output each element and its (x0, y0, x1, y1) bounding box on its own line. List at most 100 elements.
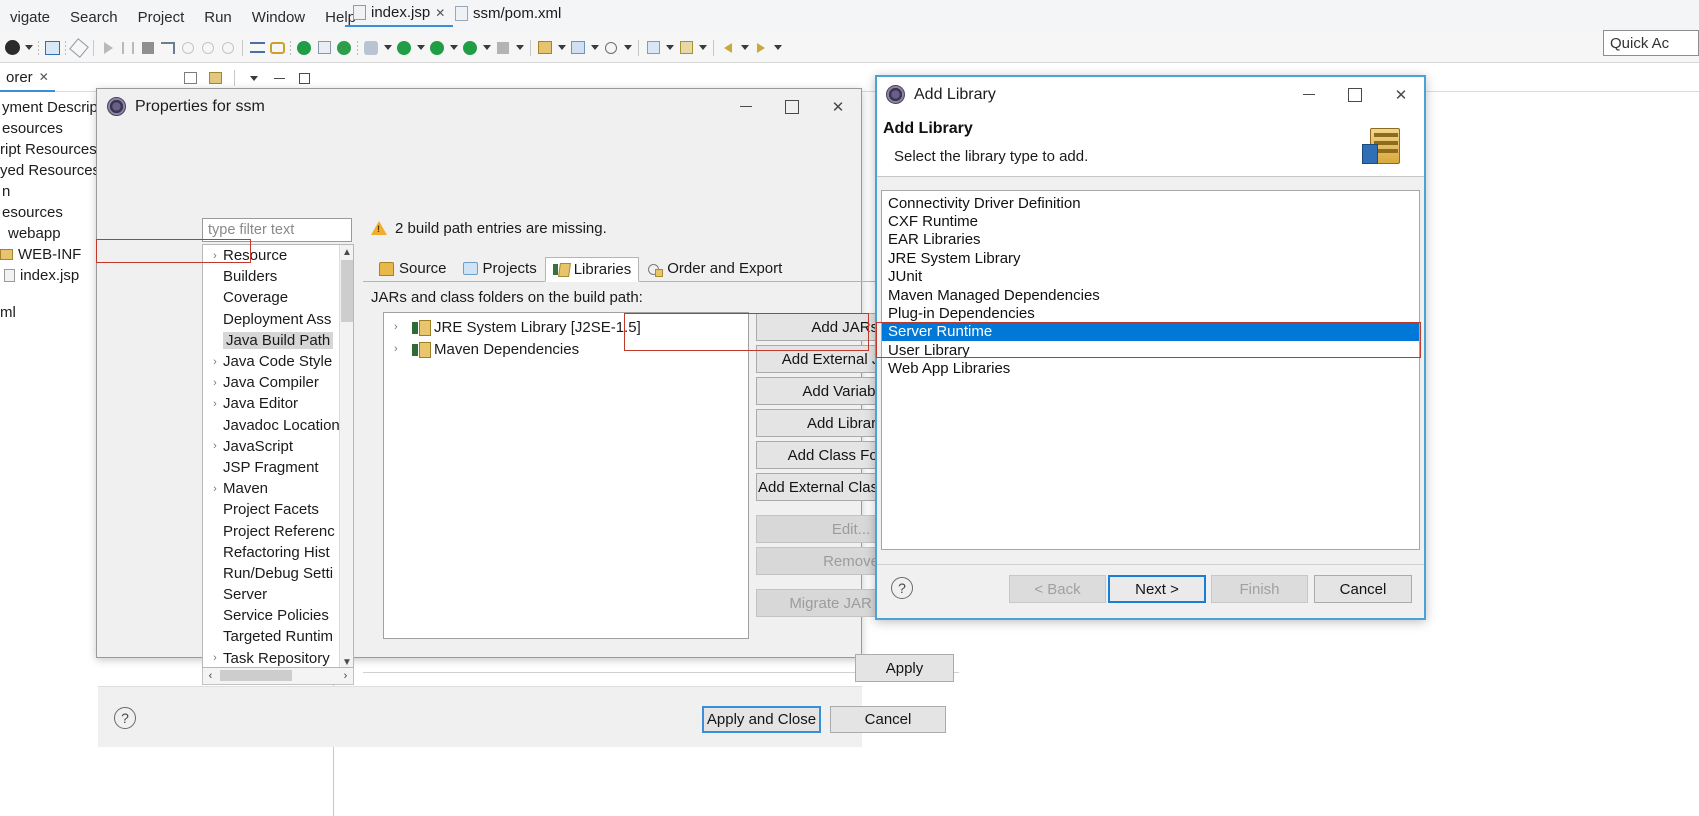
collapse-all-icon[interactable] (180, 67, 200, 89)
tree-item-server[interactable]: Server (203, 584, 353, 605)
new-wizard-dropdown-icon[interactable] (22, 38, 35, 58)
library-type-list[interactable]: Connectivity Driver Definition CXF Runti… (881, 190, 1420, 550)
scrollbar-thumb[interactable] (341, 260, 353, 322)
close-icon[interactable]: ✕ (39, 70, 49, 84)
jars-and-class-folders-list[interactable]: › JRE System Library [J2SE-1.5] › Maven … (383, 312, 749, 639)
library-type-cxf-runtime[interactable]: CXF Runtime (882, 212, 1419, 230)
jar-entry-maven-dependencies[interactable]: › Maven Dependencies (384, 338, 748, 360)
tree-item-java-build-path[interactable]: Java Build Path (203, 330, 353, 351)
debug-dropdown-icon[interactable] (381, 38, 394, 58)
stop-icon[interactable] (493, 37, 513, 59)
terminate-icon[interactable] (138, 37, 158, 59)
chevron-right-icon[interactable]: › (207, 483, 223, 495)
next-button[interactable]: Next > (1108, 575, 1206, 603)
tab-order-and-export[interactable]: Order and Export (639, 256, 790, 281)
run-as-icon[interactable] (427, 37, 447, 59)
minimize-icon[interactable] (1286, 77, 1332, 112)
tree-item-java-compiler[interactable]: › Java Compiler (203, 372, 353, 393)
new-class-icon[interactable] (568, 37, 588, 59)
close-icon[interactable]: ✕ (815, 89, 861, 124)
chevron-right-icon[interactable]: › (207, 377, 223, 389)
scroll-up-icon[interactable]: ▲ (340, 245, 353, 259)
link-with-editor-icon[interactable] (205, 67, 225, 89)
refresh-icon[interactable] (334, 37, 354, 59)
properties-cancel-button[interactable]: Cancel (830, 706, 946, 733)
library-type-plugin-dependencies[interactable]: Plug-in Dependencies (882, 304, 1419, 322)
close-icon[interactable]: ✕ (1378, 77, 1424, 112)
properties-category-tree[interactable]: › Resource Builders Coverage Deployment A… (202, 244, 354, 668)
library-type-junit[interactable]: JUnit (882, 268, 1419, 286)
scroll-right-icon[interactable]: › (338, 668, 353, 683)
tree-item-jsp-fragment[interactable]: JSP Fragment (203, 457, 353, 478)
help-icon[interactable]: ? (114, 707, 136, 729)
run-server-icon[interactable] (294, 37, 314, 59)
forward-nav-dropdown-icon[interactable] (771, 38, 784, 58)
last-edit-icon[interactable] (676, 37, 696, 59)
scroll-down-icon[interactable]: ▼ (340, 655, 353, 668)
library-type-maven-managed-dependencies[interactable]: Maven Managed Dependencies (882, 286, 1419, 304)
run-icon[interactable] (394, 37, 414, 59)
chevron-right-icon[interactable]: › (394, 321, 407, 333)
open-perspective-icon[interactable] (314, 37, 334, 59)
library-type-connectivity-driver-definition[interactable]: Connectivity Driver Definition (882, 194, 1419, 212)
debug-icon[interactable] (361, 37, 381, 59)
menu-item-navigate[interactable]: vigate (0, 9, 60, 33)
menu-item-run[interactable]: Run (194, 9, 242, 33)
run-as-dropdown-icon[interactable] (447, 38, 460, 58)
toggle-mark-occurrences-icon[interactable] (69, 37, 89, 59)
library-type-server-runtime[interactable]: Server Runtime (882, 322, 1419, 342)
coverage-dropdown-icon[interactable] (480, 38, 493, 58)
editor-tab-pom-xml[interactable]: ssm/pom.xml (447, 0, 569, 27)
new-class-dropdown-icon[interactable] (588, 38, 601, 58)
chevron-right-icon[interactable]: › (394, 343, 407, 355)
chevron-right-icon[interactable]: › (207, 250, 223, 262)
tree-item-deployment-assembly[interactable]: Deployment Ass (203, 309, 353, 330)
library-type-user-library[interactable]: User Library (882, 341, 1419, 359)
tree-item-coverage[interactable]: Coverage (203, 287, 353, 308)
quick-access-search[interactable]: Quick Ac (1603, 30, 1699, 56)
tree-item-refactoring-history[interactable]: Refactoring Hist (203, 542, 353, 563)
forward-nav-icon[interactable] (751, 37, 771, 59)
suspend-icon[interactable] (118, 37, 138, 59)
resume-icon[interactable] (98, 37, 118, 59)
open-type-icon[interactable] (643, 37, 663, 59)
next-annotation-icon[interactable] (247, 37, 267, 59)
save-icon[interactable] (42, 37, 62, 59)
view-menu-icon[interactable] (244, 67, 264, 89)
chevron-right-icon[interactable]: › (207, 652, 223, 664)
search-dropdown-icon[interactable] (621, 38, 634, 58)
step-over-icon[interactable] (198, 37, 218, 59)
menu-item-project[interactable]: Project (128, 9, 195, 33)
library-type-ear-libraries[interactable]: EAR Libraries (882, 231, 1419, 249)
tree-vertical-scrollbar[interactable]: ▲ ▼ (339, 245, 353, 668)
tree-item-run-debug-settings[interactable]: Run/Debug Setti (203, 563, 353, 584)
apply-button[interactable]: Apply (855, 654, 954, 682)
tree-item-service-policies[interactable]: Service Policies (203, 605, 353, 626)
tree-horizontal-scrollbar[interactable]: ‹ › (202, 668, 354, 685)
run-dropdown-icon[interactable] (414, 38, 427, 58)
jar-entry-jre-system-library[interactable]: › JRE System Library [J2SE-1.5] (384, 316, 748, 338)
chevron-right-icon[interactable]: › (207, 356, 223, 368)
properties-title-bar[interactable]: Properties for ssm ✕ (97, 89, 861, 124)
tab-project-explorer[interactable]: orer ✕ (0, 64, 55, 92)
maximize-icon[interactable] (1332, 77, 1378, 112)
minimize-icon[interactable] (723, 89, 769, 124)
apply-and-close-button[interactable]: Apply and Close (702, 706, 821, 733)
coverage-icon[interactable] (460, 37, 480, 59)
menu-item-window[interactable]: Window (242, 9, 315, 33)
tree-item-project-references[interactable]: Project Referenc (203, 520, 353, 541)
library-type-web-app-libraries[interactable]: Web App Libraries (882, 360, 1419, 378)
step-return-icon[interactable] (218, 37, 238, 59)
filter-input[interactable]: type filter text (202, 218, 352, 242)
maximize-icon[interactable] (769, 89, 815, 124)
new-wizard-icon[interactable] (2, 37, 22, 59)
menu-item-search[interactable]: Search (60, 9, 128, 33)
tree-item-javadoc-location[interactable]: Javadoc Location (203, 415, 353, 436)
add-library-title-bar[interactable]: Add Library ✕ (877, 77, 1424, 112)
tree-item-project-facets[interactable]: Project Facets (203, 499, 353, 520)
minimize-view-icon[interactable] (269, 67, 289, 89)
scroll-left-icon[interactable]: ‹ (203, 668, 218, 683)
chevron-right-icon[interactable]: › (207, 440, 223, 452)
tree-item-java-code-style[interactable]: › Java Code Style (203, 351, 353, 372)
search-icon[interactable] (601, 37, 621, 59)
